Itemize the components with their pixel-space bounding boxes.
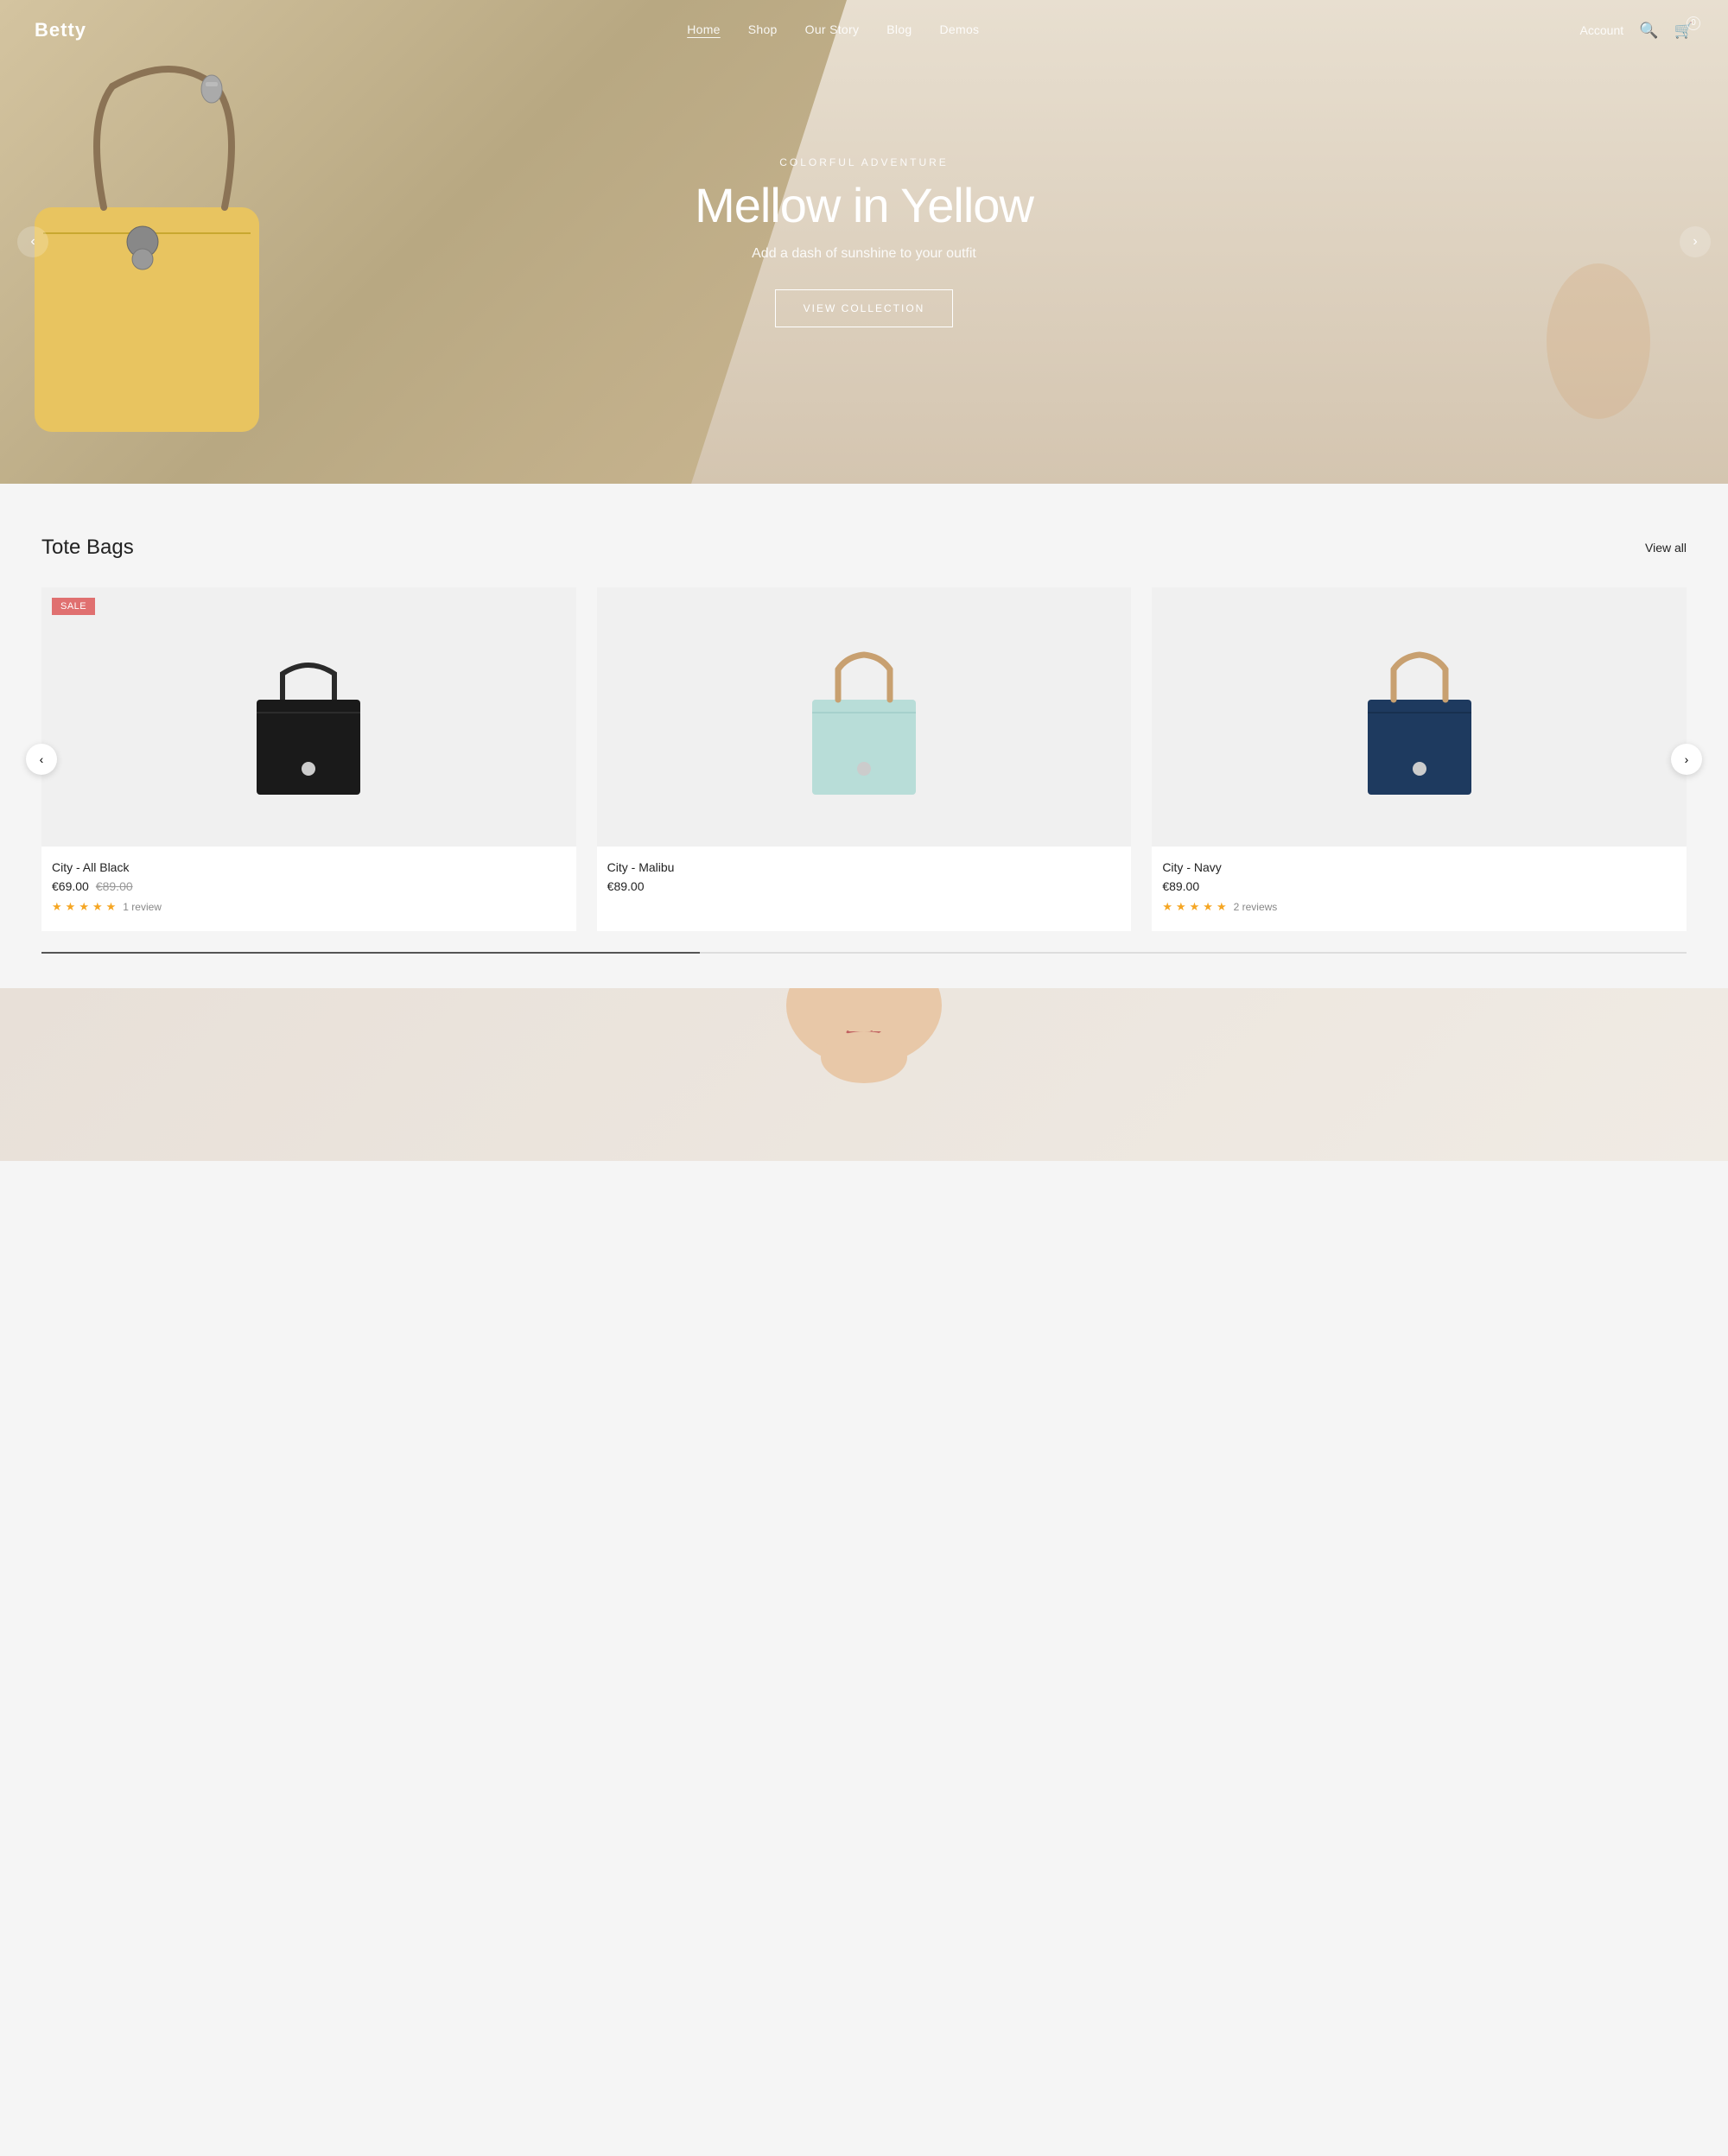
sale-badge: SALE (52, 598, 95, 615)
view-all-link[interactable]: View all (1645, 541, 1687, 555)
review-count: 1 review (123, 901, 162, 913)
site-logo[interactable]: Betty (35, 19, 86, 41)
cart-button[interactable]: 🛒 0 (1674, 22, 1693, 40)
product-info-allblack: City - All Black €69.00 €89.00 ★ ★ ★ ★ ★… (41, 847, 576, 931)
star-1: ★ (1162, 900, 1172, 914)
bottom-preview-section (0, 988, 1728, 1161)
products-grid: SALE City - All Black €69.00 €89.00 (41, 587, 1687, 931)
product-info-malibu: City - Malibu €89.00 (597, 847, 1132, 917)
scroll-indicator (41, 952, 1687, 954)
section-header: Tote Bags View all (41, 536, 1687, 560)
product-image-navy (1152, 587, 1687, 847)
hero-bag-illustration (0, 35, 328, 484)
section-title: Tote Bags (41, 536, 134, 560)
star-4: ★ (1203, 900, 1213, 914)
product-rating: ★ ★ ★ ★ ★ 2 reviews (1162, 900, 1676, 914)
star-2: ★ (1176, 900, 1186, 914)
nav-our-story[interactable]: Our Story (805, 22, 860, 36)
view-collection-button[interactable]: VIEW COLLECTION (775, 289, 954, 327)
hero-section: COLORFUL ADVENTURE Mellow in Yellow Add … (0, 0, 1728, 484)
scroll-fill (41, 952, 700, 954)
product-price: €89.00 (1162, 879, 1676, 893)
product-rating: ★ ★ ★ ★ ★ 1 review (52, 900, 566, 914)
hero-subtitle: COLORFUL ADVENTURE (695, 156, 1033, 168)
star-2: ★ (66, 900, 76, 914)
nav-actions: Account 🔍 🛒 0 (1580, 22, 1693, 40)
hero-title: Mellow in Yellow (695, 179, 1033, 232)
price-current: €69.00 (52, 879, 89, 893)
products-carousel: ‹ SALE City - All Black €69.00 (41, 587, 1687, 931)
hero-content: COLORFUL ADVENTURE Mellow in Yellow Add … (695, 156, 1033, 327)
chevron-left-icon: ‹ (30, 234, 35, 250)
bag-svg-allblack (239, 631, 378, 803)
product-card-allblack[interactable]: SALE City - All Black €69.00 €89.00 (41, 587, 576, 931)
hero-prev-button[interactable]: ‹ (17, 226, 48, 257)
chevron-right-icon: › (1685, 752, 1689, 766)
scroll-track (41, 952, 1687, 954)
price-current: €89.00 (1162, 879, 1199, 893)
cart-badge: 0 (1687, 16, 1700, 30)
person-preview-svg (691, 988, 1037, 1161)
product-image-allblack: SALE (41, 587, 576, 847)
nav-blog[interactable]: Blog (886, 22, 912, 36)
product-price: €89.00 (607, 879, 1121, 893)
star-3: ★ (79, 900, 89, 914)
star-3: ★ (1190, 900, 1200, 914)
nav-home[interactable]: Home (687, 22, 721, 36)
bag-svg-malibu (795, 631, 933, 803)
tote-bags-section: Tote Bags View all ‹ SALE City (0, 484, 1728, 988)
product-card-navy[interactable]: City - Navy €89.00 ★ ★ ★ ★ ★ 2 reviews (1152, 587, 1687, 931)
hero-next-button[interactable]: › (1680, 226, 1711, 257)
carousel-next-button[interactable]: › (1671, 744, 1702, 775)
price-original: €89.00 (96, 879, 133, 893)
hero-hand-decoration (1512, 168, 1685, 432)
carousel-prev-button[interactable]: ‹ (26, 744, 57, 775)
account-link[interactable]: Account (1580, 23, 1624, 37)
price-current: €89.00 (607, 879, 645, 893)
product-price: €69.00 €89.00 (52, 879, 566, 893)
chevron-right-icon: › (1693, 234, 1697, 250)
hero-description: Add a dash of sunshine to your outfit (695, 246, 1033, 262)
product-image-malibu (597, 587, 1132, 847)
star-5: ★ (1217, 900, 1227, 914)
star-5: ★ (106, 900, 117, 914)
chevron-left-icon: ‹ (40, 752, 44, 766)
review-count: 2 reviews (1234, 901, 1278, 913)
nav-shop[interactable]: Shop (748, 22, 778, 36)
star-4: ★ (92, 900, 103, 914)
nav-links: Home Shop Our Story Blog Demos (687, 22, 979, 38)
product-card-malibu[interactable]: City - Malibu €89.00 (597, 587, 1132, 931)
bag-svg-navy (1350, 631, 1489, 803)
star-1: ★ (52, 900, 62, 914)
product-name: City - Navy (1162, 860, 1676, 874)
product-name: City - All Black (52, 860, 566, 874)
search-icon[interactable]: 🔍 (1639, 22, 1658, 40)
nav-demos[interactable]: Demos (940, 22, 980, 36)
product-name: City - Malibu (607, 860, 1121, 874)
navigation: Betty Home Shop Our Story Blog Demos Acc… (0, 0, 1728, 60)
product-info-navy: City - Navy €89.00 ★ ★ ★ ★ ★ 2 reviews (1152, 847, 1687, 931)
